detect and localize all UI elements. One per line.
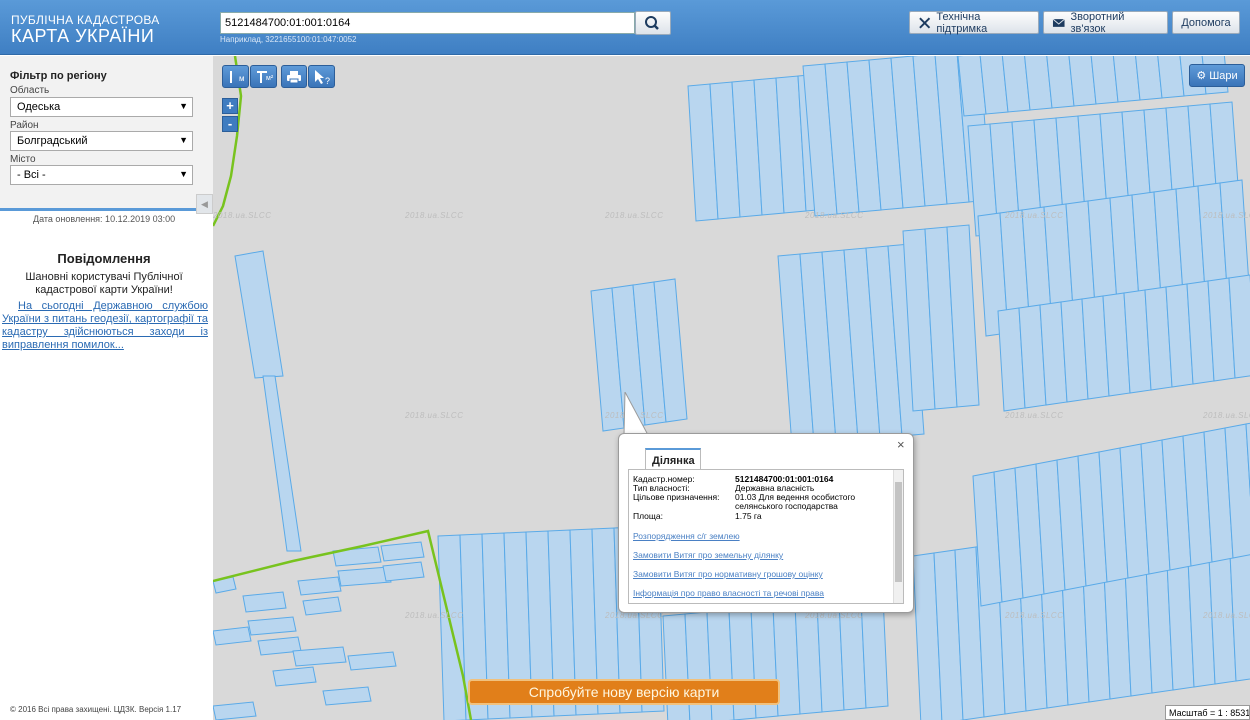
layers-button[interactable]: ⚙ Шари (1189, 64, 1245, 87)
region-filter: Фільтр по регіону Область Одеська ▼ Райо… (0, 56, 213, 211)
area-unit: м² (266, 75, 274, 82)
district-select[interactable]: Болградський ▼ (10, 131, 193, 151)
scale-readout: Масштаб = 1 : 8531 (1165, 705, 1250, 720)
city-label: Місто (10, 154, 36, 165)
help-label: Допомога (1181, 16, 1231, 29)
watermark-text: 2018.ua.SLCC (405, 611, 464, 620)
layers-label: Шари (1209, 69, 1238, 82)
land-parcel[interactable] (262, 375, 302, 552)
land-parcel[interactable] (242, 591, 287, 613)
land-parcel[interactable] (272, 666, 317, 687)
tools-icon (919, 17, 931, 28)
scrollbar-thumb[interactable] (895, 482, 902, 582)
new-version-button[interactable]: Спробуйте нову версію карти (468, 679, 780, 705)
dropdown-arrow-icon: ▼ (179, 101, 188, 111)
notice-text: Шановні користувачі Публічної кадастрово… (25, 271, 183, 296)
search-icon (645, 16, 659, 30)
dropdown-arrow-icon: ▼ (179, 169, 188, 179)
district-value: Болградський (17, 135, 88, 147)
popup-pointer (623, 392, 649, 436)
notice-title: Повідомлення (57, 251, 151, 266)
land-parcel[interactable] (347, 651, 397, 671)
land-disposal-link[interactable]: Розпорядження с/г землею (633, 531, 740, 541)
tab-parcel[interactable]: Ділянка (645, 448, 701, 469)
watermark-text: 2018.ua.SLCC (1005, 611, 1064, 620)
region-select[interactable]: Одеська ▼ (10, 97, 193, 117)
watermark-text: 2018.ua.SLCC (1005, 211, 1064, 220)
order-valuation-link[interactable]: Замовити Витяг про нормативну грошову оц… (633, 569, 823, 579)
land-parcel[interactable] (382, 561, 425, 582)
district-label: Район (10, 120, 39, 131)
logo-title-main[interactable]: КАРТА УКРАЇНИ (11, 26, 154, 47)
envelope-icon (1052, 18, 1065, 27)
land-parcel[interactable] (213, 626, 252, 646)
dropdown-arrow-icon: ▼ (179, 135, 188, 145)
land-parcel[interactable] (302, 596, 342, 616)
parcel-popup: × Ділянка Кадастр.номер: 5121484700:01:0… (618, 433, 914, 613)
support-label: Технічна підтримка (936, 10, 988, 35)
measure-unit: м (239, 74, 245, 83)
feedback-button[interactable]: Зворотний зв'язок (1043, 10, 1168, 35)
search-input[interactable] (220, 12, 635, 34)
watermark-text: 2018.ua.SLCC (805, 211, 864, 220)
area-value: 1.75 га (735, 511, 762, 521)
copyright: © 2016 Всі права захищені. ЦДЗК. Версія … (10, 705, 182, 714)
zoom-in-button[interactable]: + (222, 98, 238, 114)
city-select[interactable]: - Всі - ▼ (10, 165, 193, 185)
map-parcels[interactable] (213, 56, 1250, 720)
region-value: Одеська (17, 101, 61, 113)
popup-close-button[interactable]: × (897, 437, 905, 452)
update-date: Дата оновлення: 10.12.2019 03:00 (33, 214, 176, 224)
region-label: Область (10, 85, 50, 96)
logo-title-top[interactable]: ПУБЛІЧНА КАДАСТРОВА (11, 13, 160, 27)
pointer-question-icon: ? (314, 69, 330, 85)
land-parcel[interactable] (337, 566, 392, 587)
watermark-text: 2018.ua.SLCC (1203, 611, 1250, 620)
zoom-out-button[interactable]: - (222, 116, 238, 132)
header: ПУБЛІЧНА КАДАСТРОВА КАРТА УКРАЇНИ Наприк… (0, 0, 1250, 55)
help-button[interactable]: Допомога (1172, 11, 1240, 34)
search-button[interactable] (635, 11, 671, 35)
watermark-text: 2018.ua.SLCC (405, 411, 464, 420)
watermark-text: 2018.ua.SLCC (1203, 211, 1250, 220)
land-parcel[interactable] (247, 616, 297, 636)
feedback-label: Зворотний зв'язок (1070, 10, 1125, 35)
purpose-label: Цільове призначення: (633, 492, 720, 502)
identify-tool[interactable]: ? (308, 65, 335, 88)
watermark-text: 2018.ua.SLCC (405, 211, 464, 220)
watermark-text: 2018.ua.SLCC (605, 211, 664, 220)
collapse-sidebar-button[interactable]: ◀ (196, 194, 213, 214)
city-value: - Всі - (17, 169, 46, 181)
search-hint: Наприклад, 3221655100:01:047:0052 (220, 35, 357, 44)
watermark-text: 2018.ua.SLCC (213, 211, 272, 220)
order-extract-link[interactable]: Замовити Витяг про земельну ділянку (633, 550, 783, 560)
land-parcel[interactable] (213, 701, 257, 720)
land-parcel[interactable] (380, 541, 425, 562)
watermark-text: 2018.ua.SLCC (1203, 411, 1250, 420)
ownership-info-link[interactable]: Інформація про право власності та речові… (633, 588, 824, 598)
map-canvas[interactable]: 2018.ua.SLCC 2018.ua.SLCC 2018.ua.SLCC 2018… (213, 56, 1250, 720)
filter-title: Фільтр по регіону (10, 70, 107, 82)
popup-scrollbar[interactable] (893, 470, 903, 603)
land-parcel[interactable] (322, 686, 372, 706)
sidebar: Фільтр по регіону Область Одеська ▼ Райо… (0, 56, 213, 720)
gear-icon: ⚙ (1196, 70, 1207, 82)
printer-icon (287, 70, 301, 83)
purpose-value: 01.03 Для ведення особистого селянського… (735, 492, 856, 511)
area-label: Площа: (633, 511, 663, 521)
measure-distance-tool[interactable]: м (222, 65, 249, 88)
land-parcel[interactable] (297, 576, 342, 596)
svg-text:?: ? (325, 76, 330, 85)
parcel-info: Кадастр.номер: 5121484700:01:001:0164 Ти… (628, 469, 904, 604)
land-parcel[interactable] (234, 250, 284, 379)
print-button[interactable] (281, 65, 307, 88)
measure-area-tool[interactable]: м² (250, 65, 277, 88)
support-button[interactable]: Технічна підтримка (909, 10, 1039, 35)
watermark-text: 2018.ua.SLCC (1005, 411, 1064, 420)
notice-link[interactable]: На сьогодні Державною службою України з … (2, 300, 208, 352)
